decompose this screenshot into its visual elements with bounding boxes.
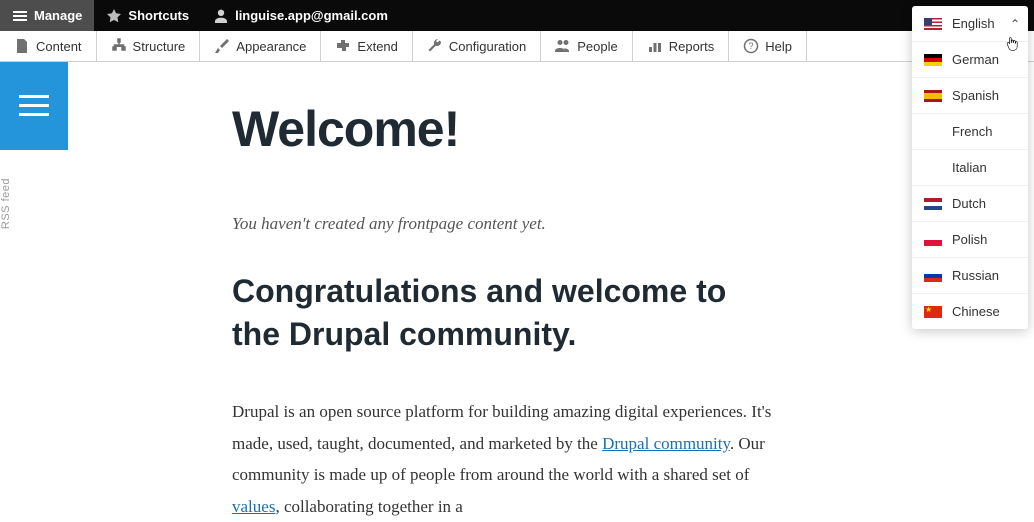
language-label: Italian: [952, 160, 987, 175]
language-option-dutch[interactable]: Dutch: [912, 186, 1028, 222]
file-icon: [14, 38, 30, 54]
language-option-polish[interactable]: Polish: [912, 222, 1028, 258]
language-label: Spanish: [952, 88, 999, 103]
tab-reports[interactable]: Reports: [633, 31, 730, 61]
star-icon: [106, 8, 122, 24]
language-label: Russian: [952, 268, 999, 283]
flag-icon: [924, 90, 942, 102]
flag-icon: [924, 306, 942, 318]
flag-icon: [924, 162, 942, 174]
language-option-italian[interactable]: Italian: [912, 150, 1028, 186]
paintbrush-icon: [214, 38, 230, 54]
flag-icon: [924, 198, 942, 210]
shortcuts-menu[interactable]: Shortcuts: [94, 0, 201, 31]
flag-icon: [924, 54, 942, 66]
bar-chart-icon: [647, 38, 663, 54]
mobile-menu-button[interactable]: [0, 62, 68, 150]
wrench-icon: [427, 38, 443, 54]
admin-topbar: Manage Shortcuts linguise.app@gmail.com: [0, 0, 1034, 31]
manage-menu[interactable]: Manage: [0, 0, 94, 31]
language-switcher-dropdown[interactable]: English ⌃ German Spanish French Italian Dutch P…: [912, 6, 1028, 329]
tab-extend[interactable]: Extend: [321, 31, 412, 61]
hamburger-icon: [19, 95, 49, 117]
help-icon: ?: [743, 38, 759, 54]
language-label: Chinese: [952, 304, 1000, 319]
tab-content[interactable]: Content: [0, 31, 97, 61]
tab-configuration[interactable]: Configuration: [413, 31, 541, 61]
language-label: German: [952, 52, 999, 67]
shortcuts-label: Shortcuts: [128, 8, 189, 23]
flag-icon: [924, 270, 942, 282]
tab-label: Configuration: [449, 39, 526, 54]
language-label: English: [952, 16, 995, 31]
tab-label: Appearance: [236, 39, 306, 54]
user-email-label: linguise.app@gmail.com: [235, 8, 388, 23]
tab-label: Extend: [357, 39, 397, 54]
flag-icon: [924, 18, 942, 30]
language-label: Dutch: [952, 196, 986, 211]
drupal-community-link[interactable]: Drupal community: [602, 434, 730, 453]
tab-appearance[interactable]: Appearance: [200, 31, 321, 61]
language-option-english[interactable]: English ⌃: [912, 6, 1028, 42]
tab-people[interactable]: People: [541, 31, 632, 61]
main-content: Welcome! You haven't created any frontpa…: [232, 100, 772, 522]
hamburger-icon: [12, 8, 28, 24]
tab-label: People: [577, 39, 617, 54]
no-content-message: You haven't created any frontpage conten…: [232, 214, 772, 234]
tab-structure[interactable]: Structure: [97, 31, 201, 61]
rss-feed-label[interactable]: RSS feed: [0, 178, 68, 229]
flag-icon: [924, 234, 942, 246]
values-link[interactable]: values: [232, 497, 275, 516]
chevron-up-icon: ⌃: [1010, 17, 1020, 31]
congrats-heading: Congratulations and welcome to the Drupa…: [232, 270, 772, 356]
people-icon: [555, 38, 571, 54]
tab-help[interactable]: ? Help: [729, 31, 807, 61]
language-option-russian[interactable]: Russian: [912, 258, 1028, 294]
page-title: Welcome!: [232, 100, 772, 158]
user-menu[interactable]: linguise.app@gmail.com: [201, 0, 400, 31]
user-icon: [213, 8, 229, 24]
tab-label: Reports: [669, 39, 715, 54]
svg-text:?: ?: [749, 41, 754, 51]
left-column: RSS feed: [0, 62, 68, 229]
admin-secondary-bar: Content Structure Appearance Extend Conf…: [0, 31, 1034, 62]
language-option-spanish[interactable]: Spanish: [912, 78, 1028, 114]
language-option-chinese[interactable]: Chinese: [912, 294, 1028, 329]
hierarchy-icon: [111, 38, 127, 54]
language-option-french[interactable]: French: [912, 114, 1028, 150]
tab-label: Content: [36, 39, 82, 54]
manage-label: Manage: [34, 8, 82, 23]
puzzle-icon: [335, 38, 351, 54]
tab-label: Help: [765, 39, 792, 54]
tab-label: Structure: [133, 39, 186, 54]
language-label: Polish: [952, 232, 987, 247]
intro-paragraph: Drupal is an open source platform for bu…: [232, 396, 772, 522]
para-text: , collaborating together in a: [275, 497, 462, 516]
flag-icon: [924, 126, 942, 138]
language-option-german[interactable]: German: [912, 42, 1028, 78]
language-label: French: [952, 124, 992, 139]
